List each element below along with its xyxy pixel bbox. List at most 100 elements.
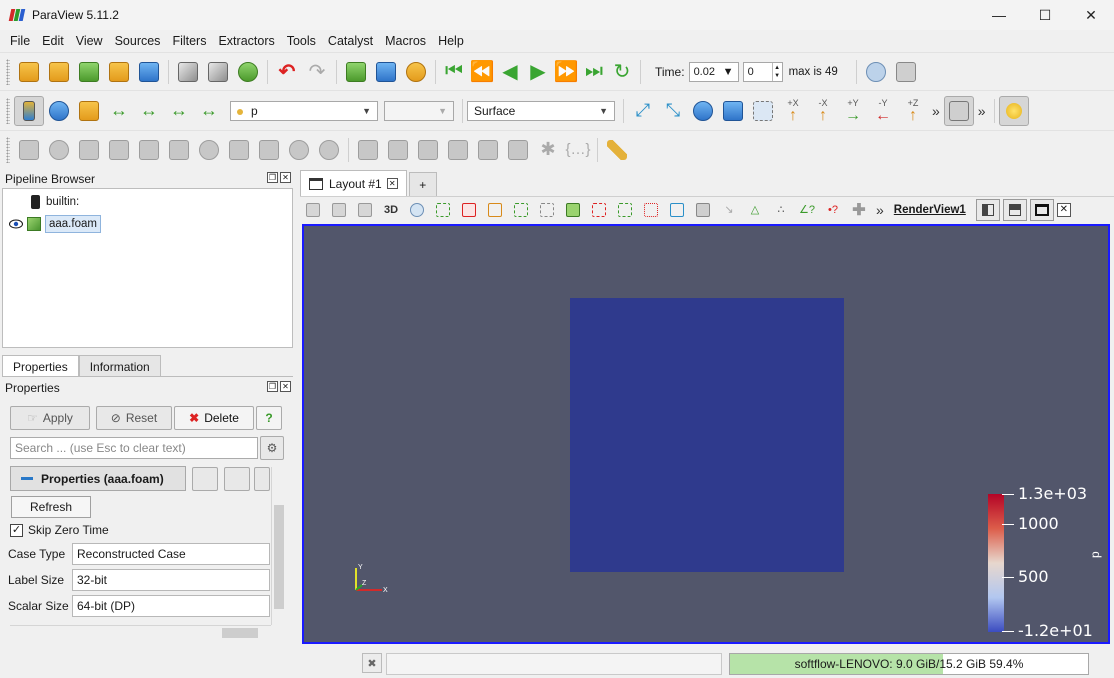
slice-button[interactable] [104, 135, 134, 165]
toggle-color-legend-button[interactable] [14, 95, 44, 126]
more-chevron-icon[interactable]: » [978, 103, 986, 119]
plot-data-button[interactable] [443, 135, 473, 165]
view-plus-y-button[interactable]: +Y → [838, 98, 868, 124]
zoom-closest-button[interactable] [718, 96, 748, 126]
time-index-spinbox[interactable]: 0 ▲ ▼ [742, 61, 783, 82]
menu-tools[interactable]: Tools [281, 30, 322, 52]
toolbar-grip[interactable] [6, 136, 10, 163]
toggle-selection-button[interactable] [482, 199, 508, 221]
scalar-size-select[interactable]: 64-bit (DP) [72, 595, 270, 617]
python-calculator-button[interactable]: ✱ [533, 135, 563, 165]
advanced-properties-button[interactable]: ⚙ [260, 436, 284, 460]
view-plus-z-button[interactable]: +Z ↑ [898, 98, 928, 124]
toggle-3d-button[interactable]: 3D [378, 199, 404, 221]
add-selection-button[interactable]: ✚ [846, 199, 872, 221]
eye-visible-icon[interactable] [9, 219, 23, 229]
menu-catalyst[interactable]: Catalyst [322, 30, 379, 52]
color-palette-button[interactable] [401, 57, 431, 87]
select-points-through-button[interactable] [534, 199, 560, 221]
save-data-button[interactable] [74, 57, 104, 87]
case-type-select[interactable]: Reconstructed Case [72, 543, 270, 565]
rescale-visible-range-button[interactable]: ↔ [194, 96, 224, 126]
clip-button[interactable] [74, 135, 104, 165]
tab-layout-1[interactable]: Layout #1 ✕ [300, 170, 407, 196]
rescale-custom-button[interactable]: ↔ [104, 96, 134, 126]
screenshot-button[interactable] [891, 57, 921, 87]
close-dock-button[interactable]: ✕ [280, 381, 291, 392]
extract-level-button[interactable] [314, 135, 344, 165]
shrink-selection-button[interactable]: ↘ [716, 199, 742, 221]
group-datasets-button[interactable] [284, 135, 314, 165]
python-shell-button[interactable] [341, 57, 371, 87]
undo-button[interactable]: ↶ [272, 57, 302, 87]
select-points-polygon-button[interactable] [612, 199, 638, 221]
reset-camera-button[interactable]: ⤢ [628, 96, 658, 126]
interactive-select-button[interactable] [664, 199, 690, 221]
menu-file[interactable]: File [4, 30, 36, 52]
reset-camera-closest-button[interactable]: ⤡ [658, 96, 688, 126]
scrollbar-thumb[interactable] [274, 505, 284, 609]
toggle-orientation-axes-button[interactable] [943, 95, 974, 126]
menu-macros[interactable]: Macros [379, 30, 432, 52]
next-frame-icon[interactable]: ⏩ [552, 59, 580, 84]
select-cells-through-button[interactable] [586, 199, 612, 221]
close-tab-icon[interactable]: ✕ [386, 178, 398, 189]
menu-filters[interactable]: Filters [166, 30, 212, 52]
more-chevron[interactable]: » [876, 202, 884, 218]
palette-button[interactable] [134, 57, 164, 87]
warp-by-vector-button[interactable] [254, 135, 284, 165]
contour-button[interactable] [44, 135, 74, 165]
close-button[interactable]: ✕ [1068, 0, 1114, 30]
color-array-combo[interactable]: p ▼ [230, 100, 378, 121]
undo-camera-button[interactable] [173, 57, 203, 87]
delete-button[interactable]: ✖ Delete [174, 406, 254, 430]
menu-edit[interactable]: Edit [36, 30, 70, 52]
select-points-on-button[interactable] [508, 199, 534, 221]
last-frame-icon[interactable]: ⏭ [580, 60, 608, 83]
render-view-label[interactable]: RenderView1 [894, 204, 966, 216]
load-state-button[interactable] [44, 57, 74, 87]
maximize-button[interactable]: ☐ [1022, 0, 1068, 30]
threshold-button[interactable] [134, 135, 164, 165]
scrollbar-thumb[interactable] [222, 628, 258, 638]
properties-section-header[interactable]: Properties (aaa.foam) [10, 466, 186, 491]
previous-frame-icon[interactable]: ⏪ [468, 59, 496, 84]
menu-extractors[interactable]: Extractors [212, 30, 280, 52]
hover-points-button[interactable]: △ [742, 199, 768, 221]
pipeline-item-foam[interactable]: aaa.foam [3, 214, 101, 234]
render-view[interactable]: 1.3e+03 1000 500 -1.2e+01 p Y Z X [302, 224, 1110, 644]
first-frame-icon[interactable]: ⏮ [440, 60, 468, 83]
redo-camera-button[interactable] [203, 57, 233, 87]
tab-information[interactable]: Information [78, 355, 161, 377]
redo-button[interactable]: ↷ [302, 57, 332, 87]
glyph-button[interactable] [194, 135, 224, 165]
apply-button[interactable]: ☞ Apply [10, 406, 90, 430]
extract-subset-button[interactable] [164, 135, 194, 165]
rescale-custom-time-button[interactable]: ↔ [134, 96, 164, 126]
play-icon[interactable]: ▶ [524, 59, 552, 84]
component-combo[interactable]: ▼ [384, 100, 454, 121]
calculator-button[interactable] [14, 135, 44, 165]
cell-query-button[interactable]: •? [820, 199, 846, 221]
properties-vertical-scrollbar[interactable] [271, 467, 285, 625]
probe-button[interactable] [353, 135, 383, 165]
edit-color-map-button[interactable] [44, 96, 74, 126]
skip-zero-time-checkbox[interactable]: ✓ [10, 523, 23, 537]
rescale-visible-button[interactable]: ↔ [164, 96, 194, 126]
plot-over-time-button[interactable] [503, 135, 533, 165]
point-query-button[interactable]: ∠? [794, 199, 820, 221]
menu-view[interactable]: View [70, 30, 109, 52]
menu-help[interactable]: Help [432, 30, 470, 52]
properties-horizontal-scrollbar[interactable] [10, 625, 271, 639]
float-dock-button[interactable]: ❐ [267, 172, 278, 183]
color-legend-bar[interactable] [988, 494, 1004, 632]
grow-selection-button[interactable] [690, 199, 716, 221]
loop-icon[interactable]: ↻ [608, 59, 636, 84]
help-button[interactable]: ? [256, 406, 282, 430]
more-chevron-icon[interactable]: » [932, 103, 940, 119]
redo-camera-view-button[interactable] [326, 199, 352, 221]
pipeline-browser[interactable]: builtin: aaa.foam [2, 188, 293, 348]
spin-arrows-icon[interactable]: ▲ ▼ [771, 62, 782, 81]
screenshot-view-button[interactable] [352, 199, 378, 221]
toolbar-grip[interactable] [6, 58, 10, 85]
